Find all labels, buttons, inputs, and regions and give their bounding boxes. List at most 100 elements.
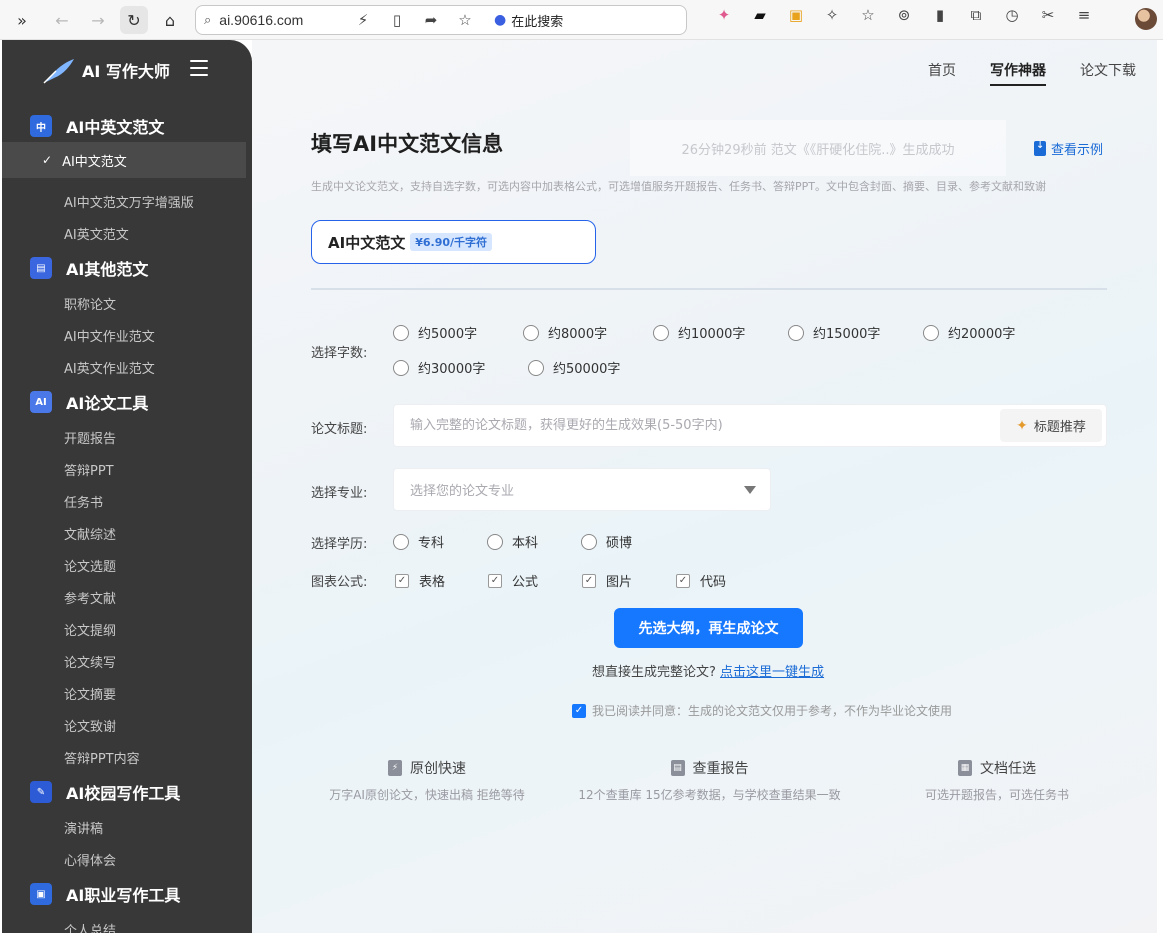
- graduation-cap-icon: ✎: [30, 781, 52, 803]
- radio-circle: [393, 324, 409, 341]
- agreement[interactable]: ✓ 我已阅读并同意：生成的论文范文仅用于参考，不作为毕业论文使用: [572, 702, 952, 719]
- extras-option[interactable]: ✓ 公式: [488, 571, 538, 590]
- search-engine[interactable]: ● 在此搜索: [494, 6, 563, 34]
- ai-extension-icon[interactable]: ✦: [706, 6, 742, 24]
- agreement-checkbox-icon[interactable]: ✓: [572, 703, 586, 718]
- folder-extension-icon[interactable]: ▣: [778, 6, 814, 24]
- education-option[interactable]: 本科: [487, 532, 538, 551]
- education-label: 选择学历:: [311, 537, 368, 552]
- sidebar-item[interactable]: 心得体会: [64, 850, 116, 869]
- sidebar-item[interactable]: AI英文范文: [64, 224, 129, 243]
- menu-icon[interactable]: ≡: [1066, 6, 1102, 24]
- nav-home[interactable]: 首页: [928, 60, 956, 86]
- education-option[interactable]: 专科: [393, 532, 444, 551]
- extras-option[interactable]: ✓ 图片: [582, 571, 632, 590]
- generate-outline-button[interactable]: 先选大纲，再生成论文: [614, 608, 803, 648]
- bolt-icon[interactable]: ⚡: [346, 11, 380, 29]
- sidebar-item[interactable]: 答辩PPT内容: [64, 748, 140, 767]
- sidebar-item[interactable]: AI英文作业范文: [64, 358, 155, 377]
- word-count-option[interactable]: 约20000字: [923, 323, 1015, 342]
- star-icon[interactable]: ☆: [448, 11, 482, 29]
- download-doc-icon: [1034, 140, 1046, 156]
- sidebar-item[interactable]: AI中文范文万字增强版: [64, 192, 194, 211]
- brand[interactable]: AI 写作大师: [42, 56, 170, 84]
- suggest-title-button[interactable]: ✦ 标题推荐: [1000, 409, 1102, 442]
- sidebar-item[interactable]: 论文致谢: [64, 716, 116, 735]
- title-input[interactable]: [410, 418, 1000, 433]
- sidebar-item[interactable]: 参考文献: [64, 588, 116, 607]
- overflow-icon[interactable]: »: [8, 6, 36, 34]
- word-count-option[interactable]: 约30000字: [393, 358, 485, 377]
- feature-plagiarism: ▤ 查重报告 12个查重库 15亿参考数据，与学校查重结果一致: [577, 758, 842, 803]
- view-example-link[interactable]: 查看示例: [1034, 139, 1103, 158]
- sidebar-item[interactable]: 演讲稿: [64, 818, 103, 837]
- title-label: 论文标题:: [311, 422, 368, 437]
- feature-title: 查重报告: [692, 761, 749, 777]
- category-other[interactable]: ▤ AI其他范文: [30, 256, 148, 280]
- address-bar[interactable]: ⌕ ai.90616.com ⚡ ▯ ➦ ☆ ● 在此搜索: [195, 5, 687, 35]
- browser-toolbar: » ← → ↻ ⌂ ⌕ ai.90616.com ⚡ ▯ ➦ ☆ ● 在此搜索 …: [0, 0, 1163, 40]
- lightning-doc-icon: ⚡: [388, 760, 402, 776]
- sidebar-item[interactable]: 论文选题: [64, 556, 116, 575]
- extras-option[interactable]: ✓ 表格: [395, 571, 445, 590]
- sidebar-item-active[interactable]: ✓ AI中文范文: [2, 142, 246, 178]
- major-select[interactable]: 选择您的论文专业: [393, 468, 771, 511]
- word-count-option[interactable]: 约10000字: [653, 323, 745, 342]
- history-icon[interactable]: ◷: [994, 6, 1030, 24]
- word-count-option[interactable]: 约5000字: [393, 323, 477, 342]
- sidebar-item[interactable]: 文献综述: [64, 524, 116, 543]
- word-count-option[interactable]: 约8000字: [523, 323, 607, 342]
- word-count-label: 选择字数:: [311, 346, 368, 361]
- product-card[interactable]: AI中文范文 ¥6.90/千字符: [311, 220, 596, 264]
- sidebar-item[interactable]: 论文提纲: [64, 620, 116, 639]
- sidebar-item[interactable]: 答辩PPT: [64, 460, 114, 479]
- category-campus[interactable]: ✎ AI校园写作工具: [30, 780, 180, 804]
- sidebar-item[interactable]: 职称论文: [64, 294, 116, 313]
- profile-avatar[interactable]: [1135, 8, 1157, 30]
- phone-icon[interactable]: ▮: [922, 6, 958, 24]
- tabs-icon[interactable]: ⧉: [958, 6, 994, 24]
- brand-name: AI 写作大师: [82, 62, 170, 81]
- share-icon[interactable]: ➦: [414, 11, 448, 29]
- chart-extension-icon[interactable]: ▰: [742, 6, 778, 24]
- main-content: 首页 写作神器 论文下载 填写AI中文范文信息 26分钟29秒前 范文《《肝硬化…: [252, 40, 1163, 933]
- product-name: AI中文范文: [328, 233, 406, 252]
- caret-down-icon: [744, 486, 756, 494]
- sidebar-item[interactable]: AI中文作业范文: [64, 326, 155, 345]
- nav-paper-download[interactable]: 论文下载: [1080, 60, 1136, 86]
- sidebar-item[interactable]: 个人总结: [64, 920, 116, 933]
- bookmark-star-icon[interactable]: ☆: [850, 6, 886, 24]
- scissors-icon[interactable]: ✂: [1030, 6, 1066, 24]
- reader-icon[interactable]: ▯: [380, 11, 414, 29]
- sidebar-item[interactable]: 论文续写: [64, 652, 116, 671]
- feature-desc: 可选开题报告，可选任务书: [924, 788, 1069, 802]
- checkbox-checked-icon: ✓: [488, 573, 502, 588]
- sidebar-item[interactable]: 任务书: [64, 492, 103, 511]
- word-count-option[interactable]: 约15000字: [788, 323, 880, 342]
- home-icon[interactable]: ⌂: [156, 6, 184, 34]
- forward-icon[interactable]: →: [84, 6, 112, 34]
- back-icon[interactable]: ←: [48, 6, 76, 34]
- menu-toggle-icon[interactable]: [190, 60, 208, 76]
- category-tools[interactable]: AI AI论文工具: [30, 390, 148, 414]
- category-cn-en[interactable]: 中 AI中英文范文: [30, 114, 164, 138]
- sidebar-item[interactable]: 论文摘要: [64, 684, 116, 703]
- nav-writing-tools[interactable]: 写作神器: [990, 60, 1046, 86]
- option-label: 专科: [418, 536, 445, 551]
- direct-generate-line: 想直接生成完整论文? 点击这里一键生成: [592, 661, 824, 680]
- major-label: 选择专业:: [311, 486, 368, 501]
- sidebar-item[interactable]: 开题报告: [64, 428, 116, 447]
- word-count-option[interactable]: 约50000字: [528, 358, 620, 377]
- option-label: 硕博: [606, 536, 633, 551]
- education-option[interactable]: 硕博: [581, 532, 632, 551]
- page-description: 生成中文论文范文，支持自选字数，可选内容中加表格公式，可选增值服务开题报告、任务…: [311, 180, 1046, 193]
- download-icon[interactable]: ⊚: [886, 6, 922, 24]
- reload-icon[interactable]: ↻: [120, 6, 148, 34]
- category-career[interactable]: ▣ AI职业写作工具: [30, 882, 180, 906]
- report-icon: ▤: [670, 760, 685, 776]
- puzzle-icon[interactable]: ✧: [814, 6, 850, 24]
- price-badge: ¥6.90/千字符: [410, 233, 493, 251]
- url-actions: ⚡ ▯ ➦ ☆: [346, 6, 482, 34]
- extras-option[interactable]: ✓ 代码: [676, 571, 726, 590]
- direct-generate-link[interactable]: 点击这里一键生成: [720, 665, 824, 680]
